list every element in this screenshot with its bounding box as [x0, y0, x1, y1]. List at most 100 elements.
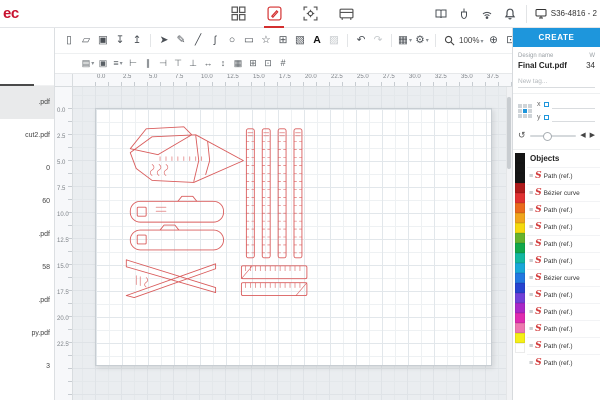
bell-icon[interactable]: [503, 7, 517, 21]
color-swatch[interactable]: [515, 263, 525, 273]
export-icon[interactable]: ↥: [129, 33, 145, 49]
y-position-field[interactable]: [551, 113, 595, 122]
scrollbar-thumb[interactable]: [507, 97, 511, 169]
color-swatch[interactable]: [515, 343, 525, 353]
mirror-horizontal-icon[interactable]: ◀: [580, 132, 585, 139]
canvas-object-stick-2[interactable]: [129, 224, 224, 251]
text-tool-icon[interactable]: A: [309, 33, 325, 49]
dashboard-icon[interactable]: [228, 4, 248, 24]
color-swatch[interactable]: [515, 203, 525, 213]
file-list-item[interactable]: 0: [0, 152, 54, 185]
anchor-cell[interactable]: [528, 114, 532, 118]
object-list-item[interactable]: ≡ S Path (ref.): [527, 286, 600, 303]
device-status[interactable]: S36-4816 - 2: [525, 4, 597, 23]
bitmap-trace-icon[interactable]: ▨: [326, 33, 342, 49]
color-swatch[interactable]: [515, 153, 525, 163]
canvas-object-arrow-part[interactable]: [129, 126, 244, 183]
y-lock-checkbox[interactable]: [543, 115, 549, 120]
color-swatch[interactable]: [515, 303, 525, 313]
x-position-field[interactable]: [551, 100, 595, 109]
guides-toggle-icon[interactable]: #: [276, 57, 290, 71]
undo-icon[interactable]: ↶: [353, 33, 369, 49]
file-list-item[interactable]: 58: [0, 251, 54, 284]
duplicate-icon[interactable]: ▣: [96, 57, 110, 71]
line-tool-icon[interactable]: ╱: [190, 33, 206, 49]
snap-grid-icon[interactable]: ⊞: [246, 57, 260, 71]
color-swatch[interactable]: [515, 283, 525, 293]
distribute-vertical-icon[interactable]: ↕: [216, 57, 230, 71]
artboard-settings-icon[interactable]: ▤: [81, 57, 95, 71]
object-list-item[interactable]: ≡ S Path (ref.): [527, 235, 600, 252]
object-list-item[interactable]: ≡ S Path (ref.): [527, 354, 600, 371]
anchor-cell[interactable]: [523, 109, 527, 113]
snap-objects-icon[interactable]: ⊡: [261, 57, 275, 71]
object-list-item[interactable]: ≡ S Path (ref.): [527, 167, 600, 184]
object-list-item[interactable]: ≡ S Bézier curve: [527, 184, 600, 201]
canvas-viewport[interactable]: 0.0 2.5 5.0 7.5 10.0 12.5 15.0 17.5 20.0 22.5 25.0…: [55, 74, 512, 400]
production-icon[interactable]: [336, 4, 356, 24]
file-list-item[interactable]: 3: [0, 350, 54, 383]
grid-toggle-icon[interactable]: ▦: [231, 57, 245, 71]
file-list-item[interactable]: .pdf: [0, 284, 54, 317]
color-swatch[interactable]: [515, 163, 525, 173]
color-swatch[interactable]: [515, 243, 525, 253]
color-swatch[interactable]: [515, 313, 525, 323]
color-swatch[interactable]: [515, 173, 525, 183]
object-list-item[interactable]: ≡ S Path (ref.): [527, 252, 600, 269]
save-icon[interactable]: ▣: [95, 33, 111, 49]
file-list-item[interactable]: py.pdf: [0, 317, 54, 350]
object-list-item[interactable]: ≡ S Bézier curve: [527, 269, 600, 286]
open-document-icon[interactable]: ▱: [78, 33, 94, 49]
anchor-cell[interactable]: [528, 104, 532, 108]
file-list-item[interactable]: .pdf: [0, 218, 54, 251]
object-list-item[interactable]: ≡ S Path (ref.): [527, 337, 600, 354]
anchor-cell[interactable]: [523, 104, 527, 108]
manual-icon[interactable]: [434, 7, 448, 21]
new-tag-input[interactable]: [518, 75, 595, 88]
align-center-icon[interactable]: ∥: [141, 57, 155, 71]
network-icon[interactable]: [480, 7, 494, 21]
color-swatch[interactable]: [515, 193, 525, 203]
color-swatch[interactable]: [515, 223, 525, 233]
x-lock-checkbox[interactable]: [543, 102, 549, 107]
polygon-tool-icon[interactable]: ☆: [258, 33, 274, 49]
mirror-vertical-icon[interactable]: ▶: [590, 132, 595, 139]
file-list-item[interactable]: cut2.pdf: [0, 119, 54, 152]
redo-icon[interactable]: ↷: [370, 33, 386, 49]
canvas-object-wedge[interactable]: [125, 259, 217, 298]
anchor-cell[interactable]: [518, 109, 522, 113]
zoom-in-icon[interactable]: ⊕: [485, 33, 501, 49]
color-swatch[interactable]: [515, 333, 525, 343]
file-list-item[interactable]: .pdf: [0, 86, 54, 119]
select-tool-icon[interactable]: ➤: [156, 33, 172, 49]
canvas-drawing[interactable]: [96, 109, 491, 365]
artboard[interactable]: [95, 108, 492, 366]
canvas-object-comb-strips[interactable]: [245, 128, 303, 259]
canvas-scrollbar[interactable]: [506, 87, 512, 400]
object-list-item[interactable]: ≡ S Path (ref.): [527, 201, 600, 218]
canvas-object-tick-bars[interactable]: [240, 265, 308, 296]
align-right-icon[interactable]: ⊣: [156, 57, 170, 71]
snap-options-icon[interactable]: ▦: [397, 33, 413, 49]
color-swatch[interactable]: [515, 233, 525, 243]
order-icon[interactable]: ≡: [111, 57, 125, 71]
object-list-item[interactable]: ≡ S Path (ref.): [527, 218, 600, 235]
ellipse-tool-icon[interactable]: ○: [224, 33, 240, 49]
design-icon[interactable]: [264, 4, 284, 28]
array-tool-icon[interactable]: ⊞: [275, 33, 291, 49]
color-swatch[interactable]: [515, 323, 525, 333]
color-swatch[interactable]: [515, 183, 525, 193]
positioning-icon[interactable]: [300, 4, 320, 24]
curve-tool-icon[interactable]: ʃ: [207, 33, 223, 49]
anchor-cell[interactable]: [518, 114, 522, 118]
rotation-slider[interactable]: [529, 131, 577, 141]
reset-rotation-icon[interactable]: ↺: [518, 130, 526, 141]
zoom-tool-icon[interactable]: [441, 33, 457, 49]
align-left-icon[interactable]: ⊢: [126, 57, 140, 71]
color-swatch[interactable]: [515, 293, 525, 303]
new-document-icon[interactable]: ▯: [61, 33, 77, 49]
anchor-cell[interactable]: [523, 114, 527, 118]
import-icon[interactable]: ↧: [112, 33, 128, 49]
anchor-cell[interactable]: [518, 104, 522, 108]
create-button[interactable]: CREATE: [513, 28, 600, 47]
